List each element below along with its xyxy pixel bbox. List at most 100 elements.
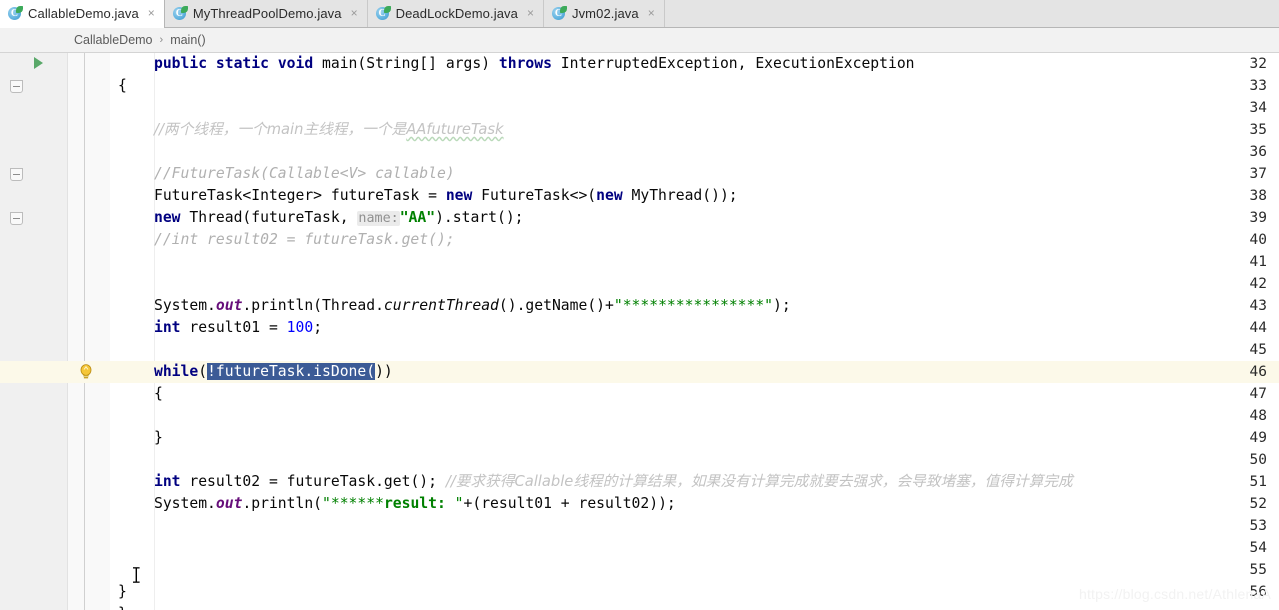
open-paren: (: [198, 363, 208, 380]
code-line-39[interactable]: new Thread(futureTask, name:"AA").start(…: [110, 207, 524, 229]
static-method-currentthread: currentThread: [383, 297, 499, 314]
close-brace: }: [118, 605, 127, 610]
method-params: (String[] args): [357, 55, 491, 72]
string-literal: "****************": [613, 297, 774, 314]
code-line-43[interactable]: System.out.println(Thread.currentThread(…: [110, 295, 791, 317]
tab-bar-empty-space: [664, 0, 1279, 27]
code-editor[interactable]: 32 33 34 35 36 37 38 39 40 41 42 43 44 4…: [0, 53, 1279, 610]
tab-label: MyThreadPoolDemo.java: [192, 6, 342, 21]
code-line-54[interactable]: [110, 537, 118, 559]
code-line-53[interactable]: [110, 515, 118, 537]
close-parens: )): [375, 363, 393, 380]
breadcrumb-class[interactable]: CallableDemo: [74, 33, 153, 47]
keyword-static: static: [215, 55, 269, 72]
get-call: result02 = futureTask.get();: [180, 473, 446, 490]
trailing-comment: //要求获得Callable线程的计算结果，如果没有计算完成就要去强求，会导致堵…: [445, 473, 1073, 490]
code-line-51[interactable]: int result02 = futureTask.get(); //要求获得C…: [110, 471, 1073, 493]
println-call: .println(Thread.: [242, 297, 384, 314]
assignment: result01 =: [180, 319, 287, 336]
code-line-52[interactable]: System.out.println("******result: "+(res…: [110, 493, 676, 515]
parameter-name-hint: name:: [357, 211, 400, 226]
code-line-48[interactable]: [110, 405, 118, 427]
code-text-area[interactable]: public static void main(String[] args) t…: [110, 53, 1279, 610]
code-line-35[interactable]: //两个线程，一个main主线程，一个是AAfutureTask: [110, 119, 504, 141]
method-name-main: main: [322, 55, 358, 72]
breadcrumb: CallableDemo › main(): [0, 28, 1279, 53]
close-icon[interactable]: ×: [646, 7, 657, 19]
keyword-new: new: [154, 209, 181, 226]
code-line-56[interactable]: }: [110, 581, 127, 603]
code-line-41[interactable]: [110, 251, 118, 273]
tab-mythreadpooldemo[interactable]: C MyThreadPoolDemo.java ×: [164, 0, 368, 27]
breadcrumb-method[interactable]: main(): [170, 33, 205, 47]
close-brace: }: [118, 583, 127, 600]
code-line-50[interactable]: [110, 449, 118, 471]
tab-label: Jvm02.java: [571, 6, 639, 21]
keyword-int: int: [154, 319, 181, 336]
code-line-34[interactable]: [110, 97, 118, 119]
system-ref: System.: [154, 297, 216, 314]
code-line-37[interactable]: //FutureTask(Callable<V> callable): [110, 163, 455, 185]
close-icon[interactable]: ×: [349, 7, 360, 19]
throws-list: InterruptedException, ExecutionException: [560, 55, 915, 72]
run-method-icon[interactable]: [34, 57, 43, 69]
line-number-gutter[interactable]: [0, 53, 68, 610]
open-brace: {: [154, 385, 163, 402]
site-watermark: https://blog.csdn.net/AthlenaA: [1078, 586, 1271, 602]
system-ref: System.: [154, 495, 216, 512]
code-line-46[interactable]: while(!futureTask.isDone()): [110, 361, 393, 383]
java-class-icon: C: [8, 6, 23, 21]
fold-guide-line: [84, 53, 85, 610]
editor-tab-bar: C CallableDemo.java × C MyThreadPoolDemo…: [0, 0, 1279, 28]
intention-bulb-icon[interactable]: [80, 364, 92, 380]
keyword-throws: throws: [498, 55, 552, 72]
keyword-new: new: [445, 187, 473, 204]
mouse-cursor-ibeam: [132, 566, 141, 584]
tab-jvm02[interactable]: C Jvm02.java ×: [543, 0, 665, 27]
close-icon[interactable]: ×: [146, 7, 157, 19]
static-field-out: out: [215, 495, 243, 512]
semicolon: ;: [313, 319, 323, 336]
code-folding-strip[interactable]: [68, 53, 110, 610]
comment-typo-term: AAfutureTask: [406, 121, 504, 138]
start-call: ).start();: [435, 209, 524, 226]
java-class-icon: C: [375, 6, 391, 21]
close-brace: }: [154, 429, 163, 446]
tab-deadlockdemo[interactable]: C DeadLockDemo.java ×: [367, 0, 544, 27]
code-line-57-partial[interactable]: }: [110, 603, 127, 610]
fold-marker[interactable]: [10, 168, 23, 181]
code-line-36[interactable]: [110, 141, 118, 163]
number-literal: 100: [286, 319, 314, 336]
tab-label: CallableDemo.java: [28, 6, 139, 21]
concat-expression: +(result01 + result02));: [463, 495, 676, 512]
comment-text: //int result02 = futureTask.get();: [154, 231, 455, 248]
keyword-void: void: [277, 55, 314, 72]
keyword-while: while: [154, 363, 199, 380]
chevron-right-icon: ›: [159, 34, 164, 46]
java-class-icon: C: [551, 6, 567, 21]
code-line-44[interactable]: int result01 = 100;: [110, 317, 322, 339]
code-line-47[interactable]: {: [110, 383, 163, 405]
code-line-33[interactable]: {: [110, 75, 127, 97]
fold-marker[interactable]: [10, 212, 23, 225]
static-field-out: out: [215, 297, 243, 314]
keyword-public: public: [154, 55, 208, 72]
keyword-int: int: [154, 473, 181, 490]
tab-callabledemo[interactable]: C CallableDemo.java ×: [0, 0, 165, 28]
code-line-45[interactable]: [110, 339, 118, 361]
code-line-49[interactable]: }: [110, 427, 163, 449]
constructor-call: FutureTask<>(: [472, 187, 597, 204]
thread-constructor: Thread(futureTask,: [180, 209, 358, 226]
string-literal: "AA": [399, 209, 436, 226]
fold-marker[interactable]: [10, 80, 23, 93]
code-line-40[interactable]: //int result02 = futureTask.get();: [110, 229, 455, 251]
keyword-new: new: [596, 187, 623, 204]
code-line-38[interactable]: FutureTask<Integer> futureTask = new Fut…: [110, 185, 738, 207]
code-line-55[interactable]: [110, 559, 118, 581]
close-icon[interactable]: ×: [525, 7, 536, 19]
tab-label: DeadLockDemo.java: [395, 6, 518, 21]
code-line-42[interactable]: [110, 273, 118, 295]
selected-text[interactable]: !futureTask.isDone(: [207, 363, 376, 380]
line-end: );: [773, 297, 791, 314]
code-line-32[interactable]: public static void main(String[] args) t…: [110, 53, 915, 75]
